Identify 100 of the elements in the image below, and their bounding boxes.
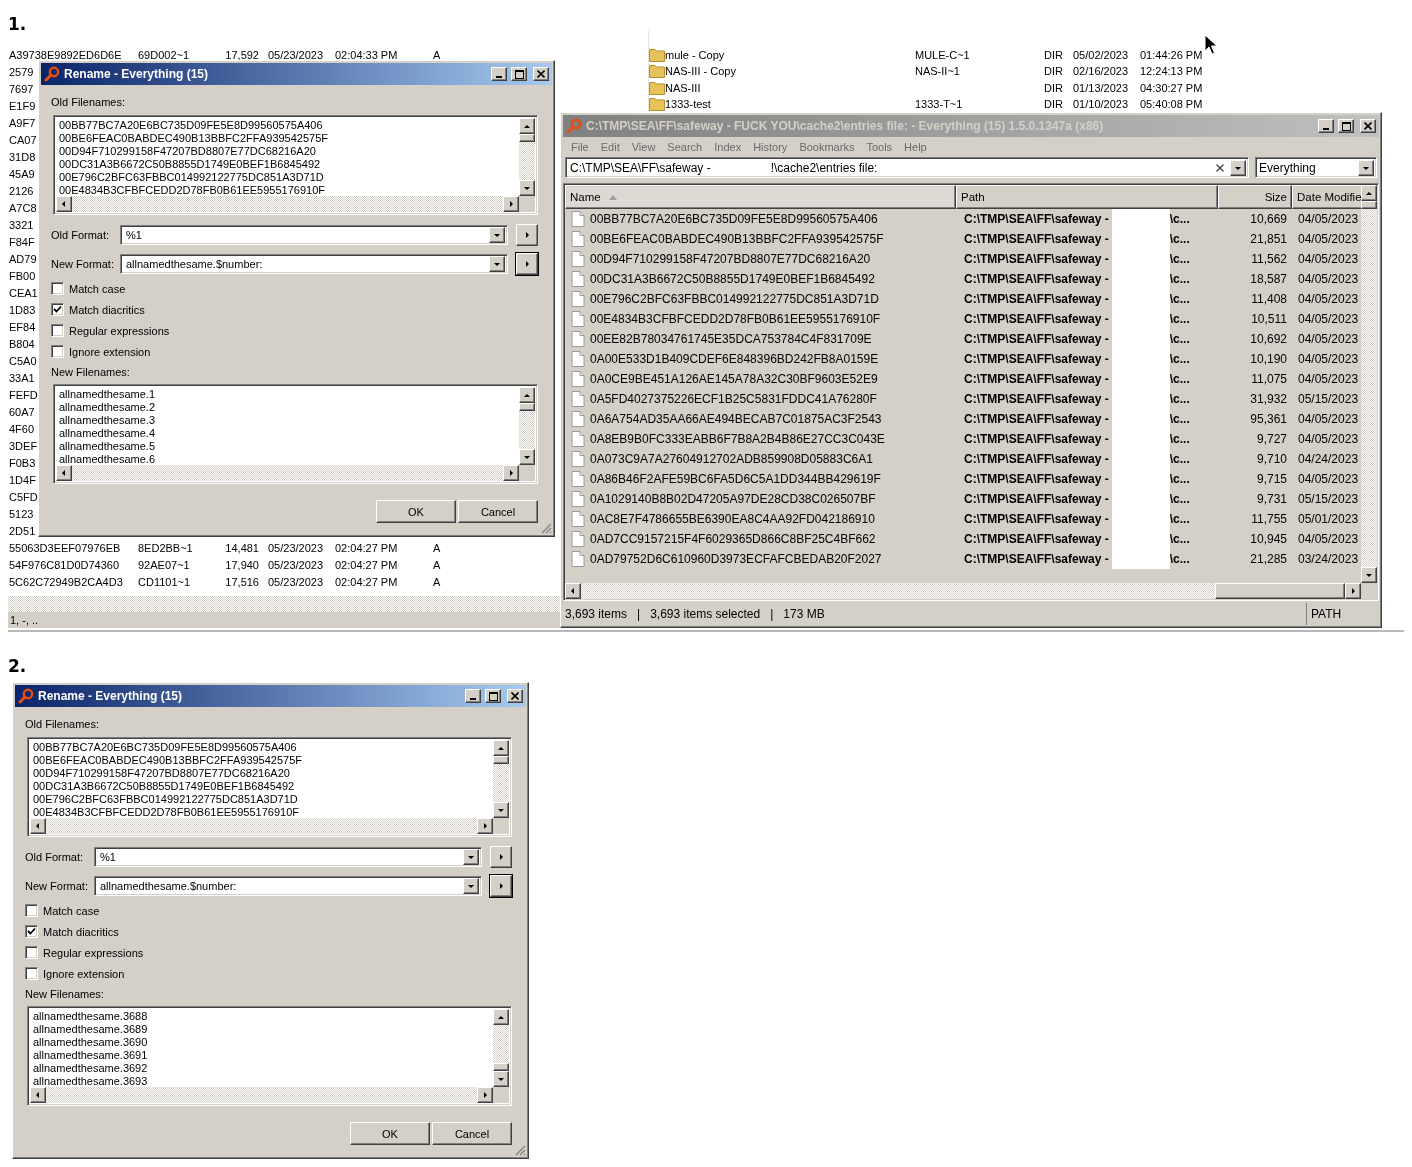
scroll-down-icon xyxy=(1365,571,1373,579)
menu-item[interactable]: Bookmarks xyxy=(793,140,861,153)
column-header[interactable]: Path xyxy=(956,185,1218,209)
insert-button[interactable] xyxy=(490,875,512,897)
minimize-button[interactable] xyxy=(491,67,507,81)
horizontal-scrollbar[interactable] xyxy=(8,596,560,612)
checkbox[interactable] xyxy=(25,904,38,917)
close-icon xyxy=(537,70,545,78)
vertical-scrollbar[interactable] xyxy=(519,387,535,465)
close-button[interactable] xyxy=(507,689,523,703)
filter-select[interactable]: Everything xyxy=(1255,157,1377,178)
checkbox[interactable] xyxy=(51,324,64,337)
maximize-button[interactable] xyxy=(485,689,501,703)
column-header[interactable]: Date Modifie xyxy=(1292,185,1361,209)
menu-item[interactable]: Index xyxy=(708,140,748,153)
maximize-button[interactable] xyxy=(511,67,527,81)
checkbox[interactable] xyxy=(51,282,64,295)
old-filenames-list[interactable] xyxy=(27,737,512,837)
file-path: \c... xyxy=(1169,211,1190,228)
column-header[interactable]: Name xyxy=(565,185,956,209)
cancel-button[interactable]: Cancel xyxy=(458,500,538,523)
vertical-scrollbar[interactable] xyxy=(1361,185,1377,583)
file-name: 00E4834B3CFBFCEDD2D78FB0B61EE5955176910F xyxy=(590,312,881,326)
dropdown-icon xyxy=(467,853,475,861)
file-path: \c... xyxy=(1169,531,1190,548)
ok-button[interactable]: OK xyxy=(376,500,456,523)
menu-item[interactable]: Edit xyxy=(594,140,626,153)
new-format-combo[interactable]: allnamedthesame.$number: xyxy=(120,254,508,274)
scroll-up-icon xyxy=(1365,189,1373,197)
checkbox[interactable] xyxy=(25,925,38,938)
field-label: Old Format: xyxy=(25,851,85,863)
filename-line: allnamedthesame.3689 xyxy=(33,1023,148,1036)
menu-item[interactable]: View xyxy=(625,140,662,153)
file-size: 17,940 xyxy=(224,558,260,571)
horizontal-scrollbar[interactable] xyxy=(565,583,1361,599)
scroll-thumb[interactable] xyxy=(519,134,535,142)
checkbox[interactable] xyxy=(25,946,38,959)
cancel-button[interactable]: Cancel xyxy=(432,1122,512,1145)
file-icon xyxy=(571,531,585,547)
old-format-combo[interactable]: %1 xyxy=(120,225,508,245)
sort-up-icon xyxy=(608,194,617,200)
minimize-button[interactable] xyxy=(1318,119,1334,133)
filename-line: allnamedthesame.5 xyxy=(59,440,155,453)
menu-item[interactable]: History xyxy=(747,140,794,153)
file-path: \c... xyxy=(1169,231,1190,248)
old-format-combo[interactable]: %1 xyxy=(94,847,482,867)
scroll-thumb[interactable] xyxy=(1361,201,1377,209)
file-name: F84F xyxy=(8,235,35,248)
menu-item[interactable]: Tools xyxy=(860,140,899,153)
minimize-button[interactable] xyxy=(465,689,481,703)
file-date: 05/23/2023 xyxy=(267,48,325,61)
checkbox[interactable] xyxy=(51,303,64,316)
file-icon xyxy=(571,491,585,507)
new-filenames-list[interactable]: allnamedthesame.1 allnamedthesame.2 allnamedthesame.3 allnamedthesame.4 allnamedthesame.5 allnamedthesame.6 xyxy=(53,384,538,484)
insert-button[interactable] xyxy=(490,846,512,868)
column-title: Size xyxy=(1264,191,1287,203)
folder-icon xyxy=(649,64,665,79)
close-button[interactable] xyxy=(533,67,549,81)
insert-button[interactable] xyxy=(516,224,538,246)
new-filenames-list[interactable]: allnamedthesame.3688 allnamedthesame.3689 allnamedthesame.3690 allnamedthesame.3691 allnamedthesame.3692 allnamedthesame.3693 xyxy=(27,1006,512,1106)
file-path: C:\TMP\SEA\FF\safeway - xyxy=(964,451,1109,468)
check-icon xyxy=(53,305,62,314)
scroll-thumb[interactable] xyxy=(493,756,509,764)
column-header[interactable]: Size xyxy=(1218,185,1292,209)
file-size: 11,408 xyxy=(1250,292,1288,306)
vertical-scrollbar[interactable] xyxy=(493,740,509,818)
maximize-button[interactable] xyxy=(1338,119,1354,133)
file-name: 60A7 xyxy=(8,405,35,418)
file-size: 10,945 xyxy=(1249,532,1288,546)
file-path: \c... xyxy=(1169,371,1190,388)
scroll-thumb[interactable] xyxy=(1215,583,1345,599)
vertical-scrollbar[interactable] xyxy=(519,118,535,196)
file-name: 00BB77BC7A20E6BC735D09FE5E8D99560575A406 xyxy=(590,212,878,226)
ok-button[interactable]: OK xyxy=(350,1122,430,1145)
scroll-thumb[interactable] xyxy=(519,403,535,411)
close-icon[interactable] xyxy=(1216,163,1224,172)
new-format-combo[interactable]: allnamedthesame.$number: xyxy=(94,876,482,896)
vertical-scrollbar[interactable] xyxy=(493,1009,509,1087)
field-label: Old Format: xyxy=(51,229,111,241)
horizontal-scrollbar[interactable] xyxy=(30,1087,493,1103)
horizontal-scrollbar[interactable] xyxy=(56,196,519,212)
dialog-title: Rename - Everything (15) xyxy=(38,689,184,703)
horizontal-scrollbar[interactable] xyxy=(56,465,519,481)
file-icon xyxy=(571,451,585,467)
short-name: NAS-II~1 xyxy=(915,65,961,78)
search-field[interactable]: C:\TMP\SEA\FF\safeway - !\cache2\entries file: xyxy=(565,157,1249,178)
old-filenames-list[interactable] xyxy=(53,115,538,215)
horizontal-scrollbar[interactable] xyxy=(30,818,493,834)
menu-item[interactable]: File xyxy=(565,140,595,153)
file-date: 05/15/2023 xyxy=(1297,392,1360,406)
file-size: 9,715 xyxy=(1255,472,1288,486)
insert-button[interactable] xyxy=(516,253,538,275)
menu-item[interactable]: Search xyxy=(661,140,709,153)
close-button[interactable] xyxy=(1360,119,1376,133)
maximize-icon xyxy=(488,691,498,701)
checkbox[interactable] xyxy=(25,967,38,980)
checkbox[interactable] xyxy=(51,345,64,358)
file-icon xyxy=(571,391,585,407)
menu-item[interactable]: Help xyxy=(898,140,933,153)
scroll-thumb[interactable] xyxy=(493,1063,509,1071)
